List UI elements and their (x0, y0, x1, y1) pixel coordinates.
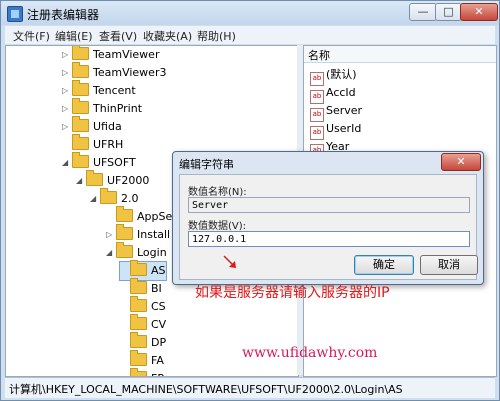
menu-file[interactable]: 文件(F) (13, 28, 50, 44)
ok-button[interactable]: 确定 (354, 255, 414, 275)
folder-icon (72, 80, 89, 96)
expand-arrow-icon[interactable]: ▷ (106, 226, 116, 244)
tree-node[interactable]: FA (120, 350, 164, 370)
dialog-title: 编辑字符串 (179, 158, 234, 171)
folder-icon (72, 152, 89, 168)
folder-icon (72, 134, 89, 150)
value-row[interactable]: ab (默认) (310, 66, 357, 86)
menu-bar: 文件(F) 编辑(E) 查看(V) 收藏夹(A) 帮助(H) (5, 26, 495, 44)
folder-icon (72, 62, 89, 78)
folder-icon (72, 116, 89, 132)
value-name-field: Server (188, 197, 470, 213)
folder-icon (116, 206, 133, 222)
column-header-name[interactable]: 名称 (304, 46, 496, 63)
expand-arrow-icon[interactable]: ▷ (62, 100, 72, 118)
expand-arrow-icon[interactable]: ▷ (62, 46, 72, 64)
value-row[interactable]: ab UserId (310, 120, 361, 140)
tree-node[interactable]: CV (120, 314, 166, 334)
collapse-arrow-icon[interactable]: ◢ (90, 190, 100, 208)
menu-help[interactable]: 帮助(H) (197, 28, 236, 44)
registry-editor-icon (7, 6, 23, 22)
annotation-arrow-icon (223, 255, 236, 268)
menu-favorites[interactable]: 收藏夹(A) (143, 28, 192, 44)
close-button[interactable]: ✕ (460, 3, 498, 21)
window-title: 注册表编辑器 (27, 8, 100, 22)
folder-icon (72, 98, 89, 114)
folder-icon (130, 314, 147, 330)
folder-icon (130, 296, 147, 312)
value-data-label: 数值数据(V): (188, 221, 247, 232)
folder-icon (100, 188, 117, 204)
title-bar[interactable]: 注册表编辑器 — □ ✕ (1, 1, 499, 25)
tree-node[interactable]: CS (120, 296, 166, 316)
tree-node[interactable]: FP (120, 368, 164, 376)
tree-node[interactable]: ◢ 2.0 (90, 188, 139, 208)
collapse-arrow-icon[interactable]: ◢ (62, 154, 72, 172)
status-bar: 计算机\HKEY_LOCAL_MACHINE\SOFTWARE\UFSOFT\U… (5, 377, 495, 398)
collapse-arrow-icon[interactable]: ◢ (106, 244, 116, 262)
tree-node[interactable]: DP (120, 332, 166, 352)
folder-icon (86, 170, 103, 186)
value-data-input[interactable]: 127.0.0.1 (188, 231, 470, 247)
dialog-close-button[interactable]: ✕ (441, 153, 481, 171)
folder-icon (72, 46, 89, 60)
menu-edit[interactable]: 编辑(E) (55, 28, 93, 44)
folder-icon (130, 332, 147, 348)
tree-node[interactable]: ◢ UFSOFT (62, 152, 136, 172)
folder-icon (130, 350, 147, 366)
folder-icon (130, 260, 147, 276)
annotation-text: 如果是服务器请输入服务器的IP (195, 285, 390, 301)
tree-node-selected[interactable]: AS (119, 260, 167, 281)
menu-view[interactable]: 查看(V) (99, 28, 137, 44)
maximize-button[interactable]: □ (435, 3, 462, 21)
registry-path: 计算机\HKEY_LOCAL_MACHINE\SOFTWARE\UFSOFT\U… (9, 383, 403, 396)
expand-arrow-icon[interactable]: ▷ (62, 64, 72, 82)
tree-node[interactable]: ▷ Ufida (62, 116, 122, 136)
watermark-text: www.ufidawhy.com (242, 345, 378, 361)
folder-icon (130, 278, 147, 294)
expand-arrow-icon[interactable]: ▷ (62, 82, 72, 100)
folder-icon (116, 224, 133, 240)
collapse-arrow-icon[interactable]: ◢ (76, 172, 86, 190)
minimize-button[interactable]: — (409, 3, 437, 21)
value-row[interactable]: ab AccId (310, 84, 356, 104)
tree-node[interactable]: BI (120, 278, 162, 298)
cancel-button[interactable]: 取消 (420, 255, 478, 275)
expand-arrow-icon[interactable]: ▷ (62, 118, 72, 136)
folder-icon (116, 242, 133, 258)
tree-node[interactable]: ◢ UF2000 (76, 170, 149, 190)
edit-string-dialog: 编辑字符串 ✕ 数值名称(N): Server 数值数据(V): 127.0.0… (172, 151, 484, 285)
value-row[interactable]: ab Server (310, 102, 362, 122)
value-name-label: 数值名称(N): (188, 187, 247, 198)
